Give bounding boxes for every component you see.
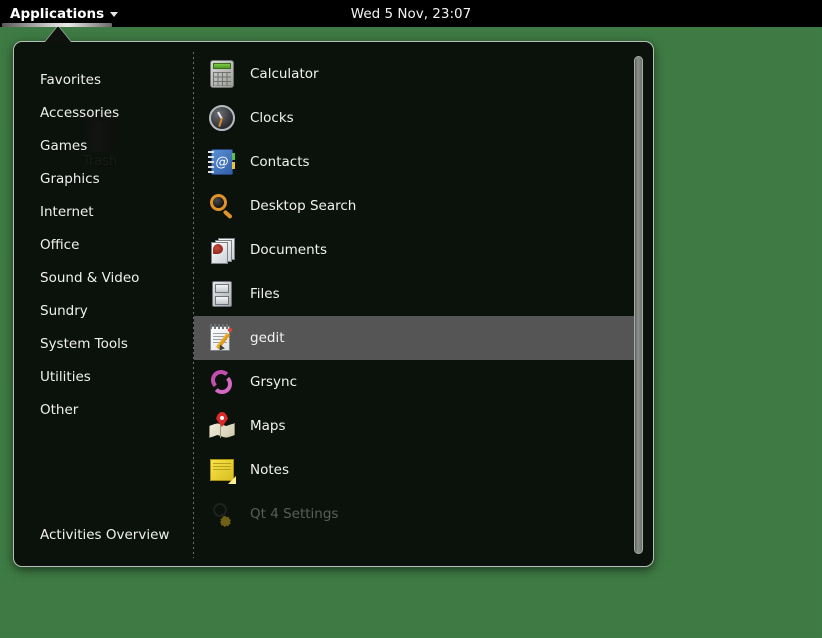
category-item-label: Favorites [40, 71, 101, 88]
documents-icon [194, 235, 250, 265]
category-item-label: Office [40, 236, 80, 253]
category-item-label: Games [40, 137, 88, 154]
application-list: Calculator Clocks @ Contacts Desktop Search D… [194, 52, 639, 558]
category-item-label: Graphics [40, 170, 100, 187]
app-list-scrollbar[interactable] [633, 56, 644, 554]
calculator-icon [194, 59, 250, 89]
category-item-label: Sundry [40, 302, 88, 319]
category-item-games[interactable]: Games [14, 129, 193, 162]
app-list-item[interactable]: Grsync [194, 360, 639, 404]
app-list-item-label: Documents [250, 242, 327, 258]
menu-pointer-notch [45, 26, 71, 42]
app-list-item[interactable]: Notes [194, 448, 639, 492]
category-item-office[interactable]: Office [14, 228, 193, 261]
app-list-item[interactable]: Calculator [194, 52, 639, 96]
app-list-item[interactable]: gedit [194, 316, 639, 360]
clock-icon [194, 103, 250, 133]
category-item-favorites[interactable]: Favorites [14, 63, 193, 96]
app-list-item[interactable]: @ Contacts [194, 140, 639, 184]
category-item-label: Internet [40, 203, 94, 220]
category-item-label: Utilities [40, 368, 91, 385]
notepad-pencil-icon [194, 323, 250, 353]
app-list-item[interactable]: Desktop Search [194, 184, 639, 228]
contacts-book-icon: @ [194, 147, 250, 177]
category-item-label: System Tools [40, 335, 128, 352]
app-list-item-label: Files [250, 286, 280, 302]
app-list-item-label: gedit [250, 330, 285, 346]
app-list-item-label: Qt 4 Settings [250, 506, 339, 522]
magnifier-icon [194, 191, 250, 221]
app-list-item-label: Notes [250, 462, 289, 478]
category-item-internet[interactable]: Internet [14, 195, 193, 228]
qt-gear-icon [194, 499, 250, 529]
app-list-item-label: Grsync [250, 374, 298, 390]
app-list-item[interactable]: Files [194, 272, 639, 316]
chevron-down-icon [110, 12, 119, 17]
sync-arrows-icon [194, 367, 250, 397]
category-item-system-tools[interactable]: System Tools [14, 327, 193, 360]
category-item-label: Accessories [40, 104, 120, 121]
app-list-item[interactable]: Documents [194, 228, 639, 272]
category-item-sound-video[interactable]: Sound & Video [14, 261, 193, 294]
category-item-label: Other [40, 401, 79, 418]
app-list-item-label: Contacts [250, 154, 310, 170]
top-panel: Wed 5 Nov, 23:07 Applications [0, 0, 822, 27]
applications-menu-panel: Favorites Accessories Games Graphics Interne… [13, 41, 654, 567]
category-item-sundry[interactable]: Sundry [14, 294, 193, 327]
sticky-note-icon [194, 455, 250, 485]
app-list-item-label: Desktop Search [250, 198, 357, 214]
category-item-accessories[interactable]: Accessories [14, 96, 193, 129]
category-item-utilities[interactable]: Utilities [14, 360, 193, 393]
category-item-graphics[interactable]: Graphics [14, 162, 193, 195]
app-list-item[interactable]: Maps [194, 404, 639, 448]
app-list-item-label: Calculator [250, 66, 319, 82]
app-list-item[interactable]: Clocks [194, 96, 639, 140]
applications-active-indicator [2, 23, 112, 27]
map-pin-icon [194, 411, 250, 441]
category-item-other[interactable]: Other [14, 393, 193, 426]
category-item-label: Sound & Video [40, 269, 140, 286]
category-sidebar: Favorites Accessories Games Graphics Interne… [14, 42, 193, 566]
file-cabinet-icon [194, 279, 250, 309]
applications-menu-label: Applications [10, 5, 105, 22]
app-list-item[interactable]: Qt 4 Settings [194, 492, 639, 536]
app-list-item-label: Clocks [250, 110, 294, 126]
scrollbar-thumb[interactable] [634, 56, 643, 554]
app-list-item-label: Maps [250, 418, 286, 434]
